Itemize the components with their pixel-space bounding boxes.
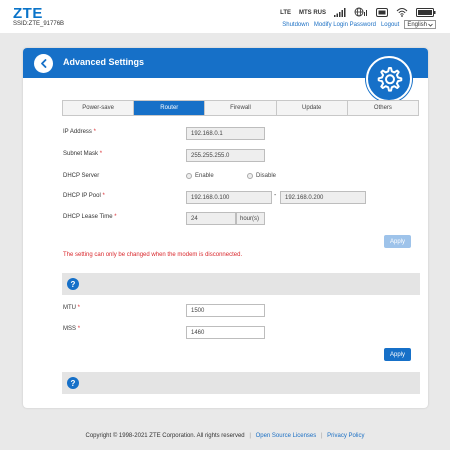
- required-mark: *: [102, 193, 105, 199]
- dhcp-pool-label-text: DHCP IP Pool: [63, 193, 101, 199]
- tab-firewall[interactable]: Firewall: [205, 101, 277, 115]
- zte-logo: ZTE: [13, 5, 43, 22]
- internet-globe-icon: [354, 7, 368, 19]
- chevron-down-icon: [428, 23, 433, 27]
- ip-address-label: IP Address *: [63, 129, 96, 135]
- battery-icon: [416, 7, 436, 19]
- settings-tabs: Power-save Router Firewall Update Others: [62, 100, 419, 116]
- mss-label-text: MSS: [63, 326, 77, 332]
- footer-separator: |: [320, 433, 323, 439]
- subnet-mask-field[interactable]: 255.255.255.0: [186, 149, 265, 162]
- status-bar: LTE MTS RUS: [280, 7, 436, 19]
- mtu-field[interactable]: 1500: [186, 304, 265, 317]
- open-source-link[interactable]: Open Source Licenses: [256, 433, 317, 439]
- operator-name: MTS RUS: [299, 10, 326, 16]
- required-mark: *: [93, 129, 96, 135]
- settings-gear-badge: [366, 56, 412, 102]
- ssid-label: SSID:ZTE_91776B: [13, 21, 65, 27]
- lease-time-field[interactable]: 24: [186, 212, 236, 225]
- sms-message-icon[interactable]: [376, 7, 388, 19]
- gear-icon: [377, 67, 403, 92]
- ip-address-label-text: IP Address: [63, 129, 92, 135]
- advanced-settings-card: Advanced Settings Power-save Router Fire…: [23, 48, 428, 408]
- required-mark: *: [77, 326, 81, 332]
- wifi-icon: [396, 7, 408, 19]
- subnet-mask-label-text: Subnet Mask: [63, 151, 99, 157]
- warning-message: The setting can only be changed when the…: [63, 252, 243, 258]
- dhcp-disable-radio[interactable]: Disable: [247, 173, 276, 179]
- chevron-left-icon: [40, 59, 46, 68]
- router-apply-button[interactable]: Apply: [384, 235, 411, 248]
- tab-others[interactable]: Others: [348, 101, 418, 115]
- dhcp-pool-label: DHCP IP Pool *: [63, 193, 105, 199]
- privacy-policy-link[interactable]: Privacy Policy: [327, 433, 364, 439]
- help-icon[interactable]: ?: [67, 278, 79, 290]
- lease-unit: hour(s): [236, 212, 265, 225]
- range-dash: -: [274, 192, 277, 199]
- modify-password-link[interactable]: Modify Login Password: [314, 22, 376, 28]
- mtu-label-text: MTU: [63, 305, 76, 311]
- lease-time-label-text: DHCP Lease Time: [63, 214, 113, 220]
- network-type: LTE: [280, 10, 291, 16]
- help-icon[interactable]: ?: [67, 377, 79, 389]
- language-value: English: [407, 21, 427, 28]
- mtu-label: MTU *: [63, 305, 80, 311]
- dhcp-enable-label: Enable: [195, 173, 214, 179]
- dhcp-pool-end-field[interactable]: 192.168.0.200: [280, 191, 366, 204]
- ip-address-field[interactable]: 192.168.0.1: [186, 127, 265, 140]
- page-title: Advanced Settings: [63, 57, 145, 67]
- mss-field[interactable]: 1460: [186, 326, 265, 339]
- language-select[interactable]: English: [404, 20, 436, 29]
- subnet-mask-label: Subnet Mask *: [63, 151, 102, 157]
- footer-separator: |: [249, 433, 251, 439]
- tab-power-save[interactable]: Power-save: [63, 101, 135, 115]
- help-bar-mtu: ?: [62, 372, 420, 394]
- mss-label: MSS *: [63, 326, 80, 332]
- header-links: Shutdown Modify Login Password Logout En…: [282, 20, 436, 29]
- page-footer: Copyright © 1998-2021 ZTE Corporation. A…: [0, 433, 450, 439]
- help-bar-router: ?: [62, 273, 420, 295]
- top-header: ZTE SSID:ZTE_91776B LTE MTS RUS Shutdown…: [0, 0, 450, 33]
- copyright-text: Copyright © 1998-2021 ZTE Corporation. A…: [85, 433, 245, 439]
- required-mark: *: [77, 305, 81, 311]
- radio-circle: [186, 173, 192, 179]
- dhcp-server-label: DHCP Server: [63, 173, 100, 179]
- mtu-apply-button[interactable]: Apply: [384, 348, 411, 361]
- radio-circle: [247, 173, 253, 179]
- tab-update[interactable]: Update: [277, 101, 348, 115]
- required-mark: *: [99, 151, 103, 157]
- dhcp-disable-label: Disable: [256, 173, 277, 179]
- logout-link[interactable]: Logout: [381, 22, 399, 28]
- dhcp-pool-start-field[interactable]: 192.168.0.100: [186, 191, 272, 204]
- back-button[interactable]: [34, 54, 53, 73]
- signal-strength-icon: [334, 7, 346, 19]
- shutdown-link[interactable]: Shutdown: [282, 22, 309, 28]
- dhcp-enable-radio[interactable]: Enable: [186, 173, 214, 179]
- tab-router[interactable]: Router: [134, 101, 206, 115]
- lease-time-label: DHCP Lease Time *: [63, 214, 117, 220]
- required-mark: *: [114, 214, 117, 220]
